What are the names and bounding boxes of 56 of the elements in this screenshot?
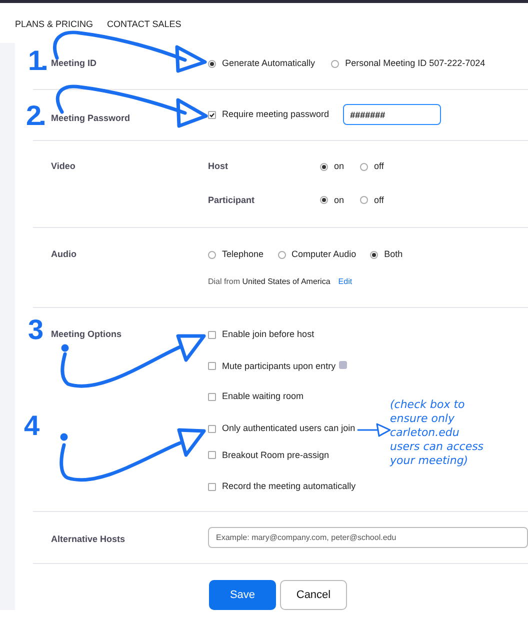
dial-text: Dial from United States of America: [208, 276, 330, 288]
option-label: Personal Meeting ID 507-222-7024: [345, 57, 486, 70]
annotation-number: 2.: [26, 102, 44, 130]
checkbox[interactable]: [208, 483, 216, 492]
annotation-number: 4: [24, 412, 37, 440]
hosts-field[interactable]: Example: mary@company.com, peter@school.edu: [208, 527, 528, 548]
option-label: Mute participants upon entry: [222, 360, 336, 373]
dot-mark: [60, 433, 68, 441]
setting-label: Meeting Password: [51, 112, 130, 125]
option-label: off: [374, 160, 384, 173]
radio-button[interactable]: [331, 60, 340, 68]
radio-button[interactable]: [208, 250, 216, 259]
checkbox[interactable]: [208, 362, 216, 370]
annotation-note: (check box to ensure only carleton.edu users can access your meeting): [390, 398, 484, 468]
dot-mark: [61, 344, 69, 352]
option-label: on: [334, 160, 344, 173]
option-label: Both: [384, 248, 403, 261]
option-label: Enable join before host: [222, 328, 314, 341]
row-label: Participant: [208, 194, 256, 207]
edit-link[interactable]: Edit: [338, 276, 352, 288]
option-label: Telephone: [222, 248, 264, 261]
radio-button[interactable]: [360, 196, 368, 204]
option-label: Enable waiting room: [222, 390, 304, 404]
nav-link[interactable]: CONTACT SALES: [107, 18, 182, 32]
option-label: on: [334, 194, 344, 206]
annotation-number: 1.: [28, 47, 46, 75]
radio-button[interactable]: [370, 250, 378, 259]
row-label: Host: [208, 160, 229, 173]
option-label: off: [374, 194, 384, 206]
option-label: Record the meeting automatically: [222, 480, 356, 494]
setting-label: Meeting ID: [51, 57, 97, 70]
annotation-number: 3: [28, 316, 41, 344]
radio-button[interactable]: [208, 60, 216, 68]
checkbox[interactable]: [208, 451, 216, 460]
radio-button[interactable]: [320, 162, 328, 171]
option-label: Require meeting password: [222, 108, 330, 121]
password-field[interactable]: #######: [343, 104, 442, 125]
setting-label: Alternative Hosts: [51, 533, 126, 546]
radio-button[interactable]: [278, 250, 286, 259]
radio-button[interactable]: [320, 196, 328, 204]
arrow: [357, 423, 391, 437]
option-label: Breakout Room pre-assign: [222, 448, 330, 462]
setting-label: Meeting Options: [51, 328, 122, 341]
setting-label: Video: [51, 160, 76, 173]
cancel-button[interactable]: Cancel: [280, 580, 347, 610]
nav-link[interactable]: PLANS & PRICING: [15, 18, 94, 32]
checkbox[interactable]: [208, 393, 216, 402]
option-label: Computer Audio: [292, 248, 356, 261]
option-label: Generate Automatically: [222, 57, 316, 70]
radio-button[interactable]: [360, 162, 368, 171]
checkbox[interactable]: [208, 110, 216, 118]
checkbox[interactable]: [208, 330, 216, 339]
checkbox[interactable]: [208, 424, 216, 433]
setting-label: Audio: [51, 248, 76, 261]
save-button[interactable]: Save: [209, 580, 276, 610]
option-label: Only authenticated users can join: [222, 422, 356, 435]
